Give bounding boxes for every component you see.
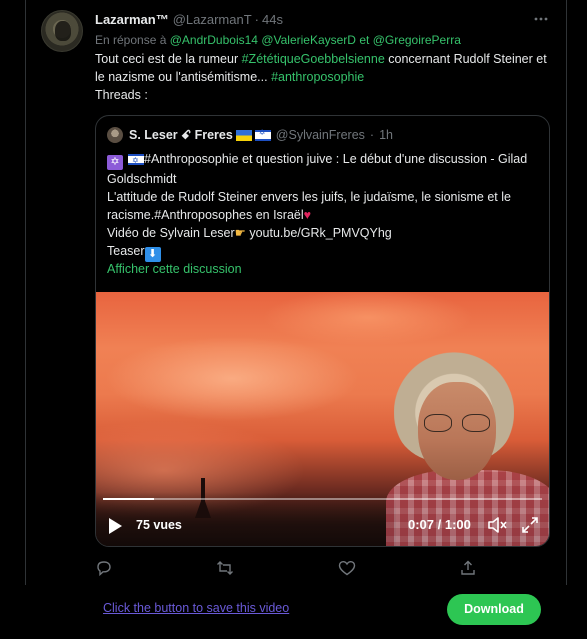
mention-conjunction: et — [359, 33, 370, 47]
quote-text: ✡#Anthroposophie et question juive : Le … — [107, 150, 537, 262]
quoted-tweet[interactable]: S. Leser ꗃ Freres @SylvainFreres · 1h ✡#… — [95, 115, 550, 547]
quote-line: Teaser — [107, 244, 145, 258]
video-player[interactable]: 75 vues 0:07 / 1:00 — [96, 292, 549, 546]
volume-icon[interactable] — [487, 516, 507, 534]
separator-dot: · — [369, 128, 375, 142]
save-video-link[interactable]: Click the button to save this video — [103, 601, 289, 615]
view-count: 75 vues — [136, 518, 182, 532]
tweet-text-part: Tout ceci est de la rumeur — [95, 52, 242, 66]
reply-icon[interactable] — [95, 559, 113, 577]
ukraine-flag-icon — [235, 129, 252, 141]
quote-author-name: S. Leser ꗃ Freres — [129, 127, 233, 142]
star-of-david-icon: ✡ — [107, 155, 123, 170]
reply-context: En réponse à @AndrDubois14 @ValerieKayse… — [95, 31, 550, 49]
tweet-timestamp[interactable]: 44s — [262, 12, 283, 27]
tweet-text: Tout ceci est de la rumeur #ZététiqueGoe… — [95, 50, 550, 104]
author-avatar[interactable] — [41, 10, 83, 52]
mention-link[interactable]: @GregoirePerra — [373, 33, 461, 47]
video-progress-fill — [103, 498, 155, 500]
israel-flag-icon — [128, 152, 144, 170]
quote-timestamp: 1h — [379, 128, 393, 142]
author-name[interactable]: Lazarman™ — [95, 12, 169, 27]
download-button[interactable]: Download — [447, 594, 541, 625]
quote-line: Vidéo de Sylvain Leser — [107, 226, 235, 240]
quote-line: #Anthroposophie et question juive : Le d… — [107, 152, 528, 186]
pointing-hand-icon: ☛ — [234, 226, 246, 240]
tweet: Lazarman™ @LazarmanT · 44s En réponse à … — [95, 10, 550, 104]
israel-flag-icon — [254, 128, 271, 141]
video-progress-bar[interactable] — [103, 498, 542, 500]
red-heart-icon: ♥ — [303, 208, 312, 222]
column-border-left — [25, 0, 26, 585]
separator-dot: · — [254, 11, 259, 27]
column-border-right — [566, 0, 567, 585]
video-time: 0:07 / 1:00 — [408, 517, 471, 532]
play-icon[interactable] — [109, 518, 122, 534]
mention-link[interactable]: @ValerieKayserD — [261, 33, 356, 47]
tweet-header: Lazarman™ @LazarmanT · 44s — [95, 10, 550, 28]
video-person-glasses — [424, 414, 494, 432]
youtube-link[interactable]: youtu.be/GRk_PMVQYhg — [246, 226, 391, 240]
mention-link[interactable]: @AndrDubois14 — [170, 33, 258, 47]
download-bar: Click the button to save this video Down… — [0, 586, 587, 639]
retweet-icon[interactable] — [216, 559, 234, 577]
fullscreen-icon[interactable] — [520, 515, 540, 535]
author-handle[interactable]: @LazarmanT — [173, 12, 252, 27]
show-thread-link[interactable]: Afficher cette discussion — [107, 262, 242, 276]
quote-header: S. Leser ꗃ Freres @SylvainFreres · 1h — [107, 126, 393, 144]
hashtag-link[interactable]: #anthroposophie — [271, 70, 364, 84]
quote-author-handle: @SylvainFreres — [275, 128, 365, 142]
like-icon[interactable] — [338, 559, 356, 577]
tweet-text-part: Threads : — [95, 88, 148, 102]
tweet-actions — [95, 559, 485, 577]
down-arrow-icon: ⬇ — [144, 247, 161, 262]
quote-author-avatar — [107, 127, 123, 143]
hashtag-link[interactable]: #ZététiqueGoebbelsienne — [242, 52, 385, 66]
video-controls: 75 vues 0:07 / 1:00 — [96, 508, 549, 538]
reply-prefix: En réponse à — [95, 33, 167, 47]
more-horizontal-icon[interactable] — [533, 12, 549, 26]
share-icon[interactable] — [459, 559, 477, 577]
